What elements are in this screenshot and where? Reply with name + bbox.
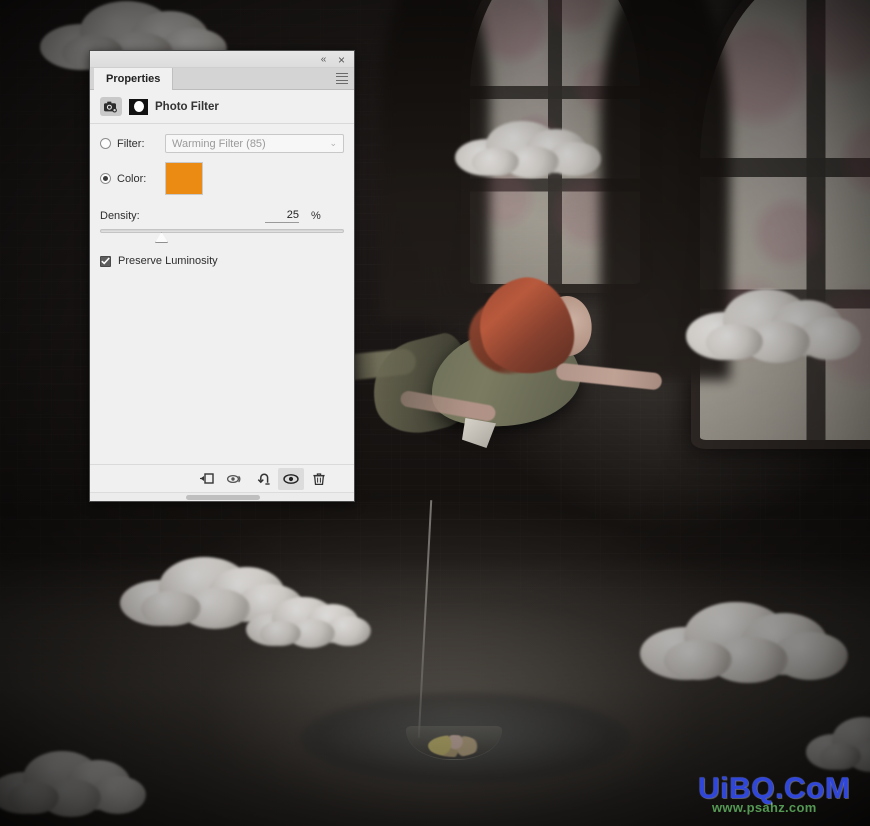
panel-footer-toolbar[interactable] [90,464,354,492]
cloud-bottom-left [0,750,146,817]
panel-horizontal-scrollbar[interactable] [90,492,354,501]
reset-icon[interactable] [250,468,276,490]
filter-radio[interactable] [100,138,111,149]
cloud-right-arm [686,288,861,363]
tab-properties[interactable]: Properties [94,68,174,90]
preserve-luminosity-label: Preserve Luminosity [118,255,218,267]
density-slider-track[interactable] [100,229,344,233]
density-row: Density: 25 % [100,209,344,223]
properties-panel[interactable]: « × Properties Photo Filter Filter: Warm… [89,50,355,502]
color-label: Color: [117,172,147,185]
filter-select[interactable]: Warming Filter (85) ⌄ [165,134,344,153]
adjustment-title: Photo Filter [155,100,219,113]
collapse-to-icons-icon[interactable]: « [315,52,330,67]
photo-filter-camera-icon[interactable] [100,97,122,116]
preserve-luminosity-checkbox[interactable] [100,255,111,267]
density-label: Density: [100,210,140,222]
color-row: Color: [100,162,344,195]
panel-body: Filter: Warming Filter (85) ⌄ Color: Den… [90,124,354,464]
layer-mask-thumbnail[interactable] [129,98,148,115]
density-slider[interactable] [100,227,344,245]
color-swatch[interactable] [165,162,203,195]
cloud-far-right [806,716,870,773]
cloud-left-low [246,596,371,648]
scrollbar-thumb[interactable] [186,495,260,500]
watermark-text: UiBQ.CoM [698,772,851,805]
delete-icon[interactable] [306,468,332,490]
panel-titlebar[interactable]: « × [90,51,354,68]
filter-select-value: Warming Filter (85) [172,137,266,150]
preserve-luminosity-row[interactable]: Preserve Luminosity [100,255,344,267]
filter-label: Filter: [117,137,145,150]
density-slider-thumb[interactable] [155,232,168,243]
density-unit: % [311,210,321,222]
color-radio[interactable] [100,173,111,184]
density-value[interactable]: 25 [265,209,299,223]
panel-menu-icon[interactable] [336,73,348,84]
view-previous-state-icon[interactable] [222,468,248,490]
adjustment-header: Photo Filter [90,90,354,124]
cloud-top-mid [455,120,601,179]
toggle-visibility-icon[interactable] [278,467,304,490]
screenshot-stage: www.psahz.com UiBQ.CoM « × Properties Ph… [0,0,870,826]
panel-tab-bar[interactable]: Properties [90,68,354,90]
chevron-down-icon: ⌄ [329,138,337,148]
close-icon[interactable]: × [334,52,349,67]
cloud-bottom-right [640,600,848,684]
clip-to-layer-icon[interactable] [194,468,220,490]
filter-row: Filter: Warming Filter (85) ⌄ [100,134,344,153]
basket-flowers [428,735,480,757]
